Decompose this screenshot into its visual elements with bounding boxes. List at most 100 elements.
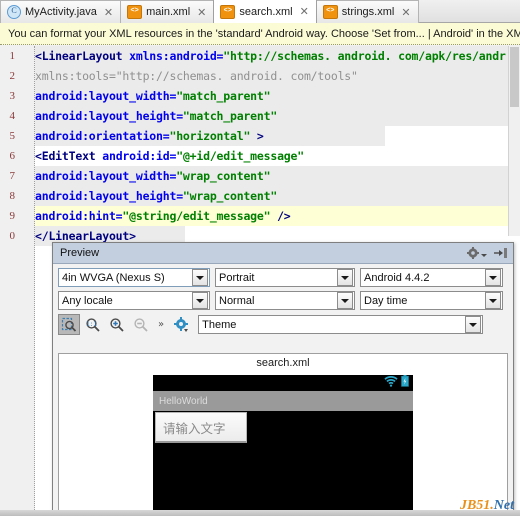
theme-selector-value: Theme [202, 318, 237, 331]
code-line-8[interactable]: android:layout_height="wrap_content" [35, 186, 277, 206]
code-token: > [250, 129, 264, 143]
zoom-to-fit-icon[interactable] [58, 314, 80, 335]
preview-panel: Preview 4in WVGA (Nexus S) Portrait Andr… [52, 242, 514, 516]
chevron-down-icon[interactable] [192, 269, 208, 286]
line-number: 7 [9, 170, 16, 182]
zoom-actual-size-icon[interactable]: 1:1 [82, 314, 104, 335]
code-line-6[interactable]: <EditText android:id="@+id/edit_message" [35, 146, 304, 166]
code-token: xmlns:tools= [35, 69, 116, 83]
gear-icon[interactable] [467, 246, 487, 260]
chevron-down-icon[interactable] [192, 292, 208, 309]
line-number: 3 [9, 90, 16, 102]
preview-render-canvas[interactable]: search.xml HelloWorld 请输入文字 [58, 353, 508, 515]
edit-text-widget[interactable]: 请输入文字 [155, 412, 247, 443]
code-token: android:layout_width= [35, 169, 177, 183]
code-token: "wrap_content" [176, 169, 271, 183]
code-token: android:hint= [35, 209, 123, 223]
tab-close-icon[interactable]: ✕ [197, 7, 206, 18]
code-folding-gutter[interactable] [18, 46, 49, 516]
line-number: 8 [9, 190, 16, 202]
day-night-selector-value: Day time [364, 294, 408, 307]
line-number: 1 [9, 50, 16, 62]
code-token: android:id= [102, 149, 177, 163]
device-render[interactable]: HelloWorld 请输入文字 [153, 375, 413, 514]
line-number: 6 [9, 150, 16, 162]
tab-strings-xml[interactable]: <> strings.xml ✕ [315, 0, 419, 23]
code-token: /> [270, 209, 291, 223]
scrollbar-thumb[interactable] [510, 47, 519, 107]
preview-toolbar: 4in WVGA (Nexus S) Portrait Android 4.4.… [53, 264, 513, 341]
preview-panel-title: Preview [60, 247, 100, 259]
ui-mode-selector-value: Normal [219, 294, 255, 307]
device-action-bar: HelloWorld [153, 391, 413, 411]
code-line-9[interactable]: android:hint="@string/edit_message" /> [35, 206, 291, 226]
theme-selector[interactable]: Theme [198, 315, 484, 334]
toolbar-overflow-icon[interactable]: » [154, 319, 168, 330]
tab-label: MyActivity.java [25, 6, 97, 18]
line-number: 0 [9, 230, 16, 242]
orientation-selector[interactable]: Portrait [215, 268, 355, 287]
tab-close-icon[interactable]: ✕ [401, 7, 410, 18]
line-number: 5 [9, 130, 16, 142]
code-line-1[interactable]: <LinearLayout xmlns:android="http://sche… [35, 46, 506, 66]
watermark: JB51.Net [460, 498, 514, 514]
line-number: 4 [9, 110, 16, 122]
tab-label: main.xml [146, 6, 191, 18]
code-token: "http://schemas. android. com/tools" [115, 69, 358, 83]
api-level-selector-value: Android 4.4.2 [364, 271, 430, 284]
code-token: "match_parent" [176, 89, 271, 103]
device-status-bar [153, 375, 413, 391]
code-token: android:orientation= [35, 129, 170, 143]
day-night-selector[interactable]: Day time [360, 291, 503, 310]
code-token: "http://schemas. android. com/apk/res/an… [223, 49, 506, 63]
tab-label: search.xml [239, 5, 293, 18]
preview-filename-label: search.xml [256, 357, 310, 369]
code-token: "match_parent" [182, 109, 278, 123]
chevron-down-icon[interactable] [485, 269, 501, 286]
device-selector[interactable]: 4in WVGA (Nexus S) [58, 268, 210, 287]
chevron-down-icon[interactable] [337, 292, 353, 309]
code-line-7[interactable]: android:layout_width="wrap_content" [35, 166, 271, 186]
tab-main-xml[interactable]: <> main.xml ✕ [120, 0, 215, 23]
api-level-selector[interactable]: Android 4.4.2 [360, 268, 503, 287]
xml-format-notification-banner[interactable]: You can format your XML resources in the… [0, 23, 520, 45]
tab-label: strings.xml [341, 6, 395, 18]
code-line-3[interactable]: android:layout_width="match_parent" [35, 86, 271, 106]
chevron-down-icon[interactable] [465, 316, 482, 333]
zoom-in-icon[interactable] [106, 314, 128, 335]
code-token: android:layout_height= [35, 189, 183, 203]
code-token: <EditText [35, 149, 103, 163]
code-token: "wrap_content" [182, 189, 278, 203]
xml-file-icon: <> [220, 4, 236, 19]
tab-close-icon[interactable]: ✕ [300, 6, 309, 17]
code-token: <LinearLayout [35, 49, 130, 63]
preview-zoom-toolbar: 1:1 » Theme [58, 314, 508, 335]
tab-myactivity-java[interactable]: C MyActivity.java ✕ [0, 0, 122, 23]
code-line-4[interactable]: android:layout_height="match_parent" [35, 106, 277, 126]
code-line-2[interactable]: xmlns:tools="http://schemas. android. co… [35, 66, 358, 86]
code-line-5[interactable]: android:orientation="horizontal" > [35, 126, 264, 146]
watermark-part-1: JB51. [459, 498, 494, 513]
locale-selector[interactable]: Any locale [58, 291, 210, 310]
editor-vertical-scrollbar[interactable] [508, 46, 520, 236]
preview-config-row-1: 4in WVGA (Nexus S) Portrait Android 4.4.… [58, 268, 508, 287]
zoom-out-icon[interactable] [130, 314, 152, 335]
tab-close-icon[interactable]: ✕ [104, 7, 113, 18]
locale-selector-value: Any locale [62, 294, 113, 307]
tab-strip-filler [417, 0, 520, 23]
orientation-selector-value: Portrait [219, 271, 255, 284]
code-token: </LinearLayout> [35, 229, 136, 243]
java-class-icon: C [7, 5, 21, 19]
gear-dropdown-icon[interactable] [170, 314, 192, 335]
preview-config-row-2: Any locale Normal Day time [58, 291, 508, 310]
code-token: android:layout_width= [35, 89, 177, 103]
ide-window: C MyActivity.java ✕ <> main.xml ✕ <> sea… [0, 0, 520, 516]
collapse-right-icon[interactable] [493, 247, 508, 259]
code-token: "@string/edit_message" [122, 209, 271, 223]
tab-search-xml[interactable]: <> search.xml ✕ [213, 0, 317, 23]
ui-mode-selector[interactable]: Normal [215, 291, 355, 310]
chevron-down-icon[interactable] [485, 292, 501, 309]
bottom-status-bar [0, 510, 520, 516]
line-number-gutter: 1 2 3 4 5 6 7 8 9 0 [0, 46, 19, 516]
chevron-down-icon[interactable] [337, 269, 353, 286]
